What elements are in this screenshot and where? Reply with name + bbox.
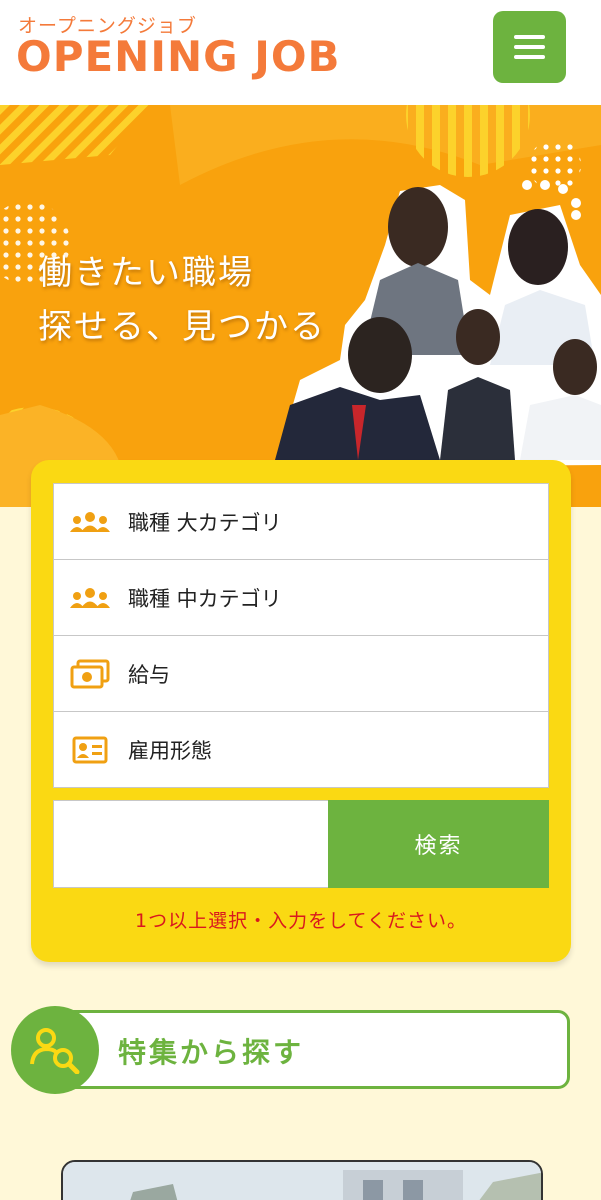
field-label: 雇用形態 [128, 738, 212, 763]
select-job-category-major[interactable]: 職種 大カテゴリ [53, 483, 549, 560]
site-header: オープニングジョブ OPENING JOB [0, 0, 601, 105]
id-card-icon [68, 736, 112, 764]
hamburger-icon-bar [514, 55, 545, 59]
hero-headline-line1: 働きたい職場 [38, 253, 254, 293]
menu-button[interactable] [493, 11, 566, 83]
field-label: 給与 [128, 662, 170, 687]
select-employment-type[interactable]: 雇用形態 [53, 711, 549, 788]
money-icon [68, 659, 112, 689]
field-label: 職種 大カテゴリ [128, 510, 282, 535]
feature-card[interactable] [61, 1160, 543, 1200]
people-group-icon [68, 511, 112, 533]
search-button[interactable]: 検索 [328, 800, 549, 888]
select-job-category-middle[interactable]: 職種 中カテゴリ [53, 559, 549, 636]
hero-headline-line2: 探せる、見つかる [38, 307, 326, 347]
hamburger-icon [514, 35, 545, 39]
person-search-icon [11, 1006, 99, 1094]
feature-title: 特集から探す [118, 1036, 305, 1069]
logo[interactable]: OPENING JOB [16, 34, 341, 80]
feature-card-image [63, 1162, 541, 1200]
people-group-icon [68, 587, 112, 609]
field-label: 職種 中カテゴリ [128, 586, 282, 611]
select-salary[interactable]: 給与 [53, 635, 549, 712]
hamburger-icon-bar [514, 45, 545, 49]
hero-banner: 働きたい職場 探せる、見つかる [0, 105, 601, 507]
keyword-input[interactable] [53, 800, 329, 888]
search-panel: 職種 大カテゴリ 職種 中カテゴリ 給与 雇用形態 検索 1つ以上選択・入力をし… [31, 460, 571, 962]
validation-message: 1つ以上選択・入力をしてください。 [135, 910, 467, 932]
